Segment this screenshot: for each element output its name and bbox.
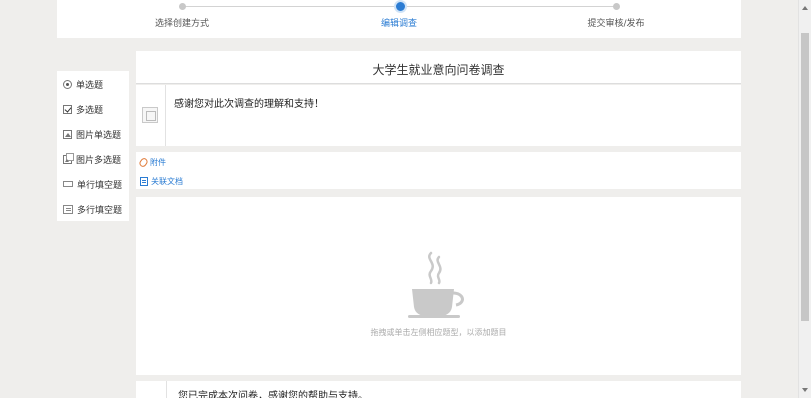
image-multi-icon xyxy=(63,152,74,164)
divider xyxy=(166,381,167,398)
multi-line-icon xyxy=(63,204,73,214)
question-type-palette: 单选题 多选题 图片单选题 图片多选题 单行填空题 多行填空题 xyxy=(57,71,129,221)
radio-icon xyxy=(63,79,72,89)
step-label-1[interactable]: 选择创建方式 xyxy=(155,16,209,29)
linked-doc-link[interactable]: 关联文档 xyxy=(140,176,183,187)
paperclip-icon xyxy=(138,156,149,169)
attachment-label: 附件 xyxy=(150,158,166,167)
step-dot-1[interactable] xyxy=(179,3,186,10)
palette-item-label: 多行填空题 xyxy=(77,205,123,216)
end-text[interactable]: 您已完成本次问卷，感谢您的帮助与支持。 xyxy=(178,387,368,398)
intro-text[interactable]: 感谢您对此次调查的理解和支持！ xyxy=(174,95,324,110)
survey-end-message[interactable]: 您已完成本次问卷，感谢您的帮助与支持。 xyxy=(136,381,741,398)
attachment-link[interactable]: 附件 xyxy=(138,156,166,169)
image-single-icon xyxy=(63,129,72,139)
palette-item-multi-line[interactable]: 多行填空题 xyxy=(63,202,122,216)
coffee-cup-icon xyxy=(408,251,464,318)
palette-item-single-choice[interactable]: 单选题 xyxy=(63,77,103,91)
step-dot-3[interactable] xyxy=(613,3,620,10)
palette-item-label: 图片多选题 xyxy=(76,155,122,166)
palette-item-single-line[interactable]: 单行填空题 xyxy=(63,177,122,191)
scrollbar-thumb[interactable] xyxy=(801,33,809,321)
step-connector xyxy=(401,6,617,7)
step-dot-2[interactable] xyxy=(394,0,407,13)
progress-steps: 选择创建方式 编辑调查 提交审核/发布 xyxy=(57,0,741,38)
empty-hint: 拖拽或单击左侧相应题型，以添加题目 xyxy=(370,328,507,337)
scroll-up-icon[interactable] xyxy=(802,6,808,10)
palette-item-label: 单选题 xyxy=(76,80,104,91)
linked-doc-label: 关联文档 xyxy=(151,177,183,186)
palette-item-multi-choice[interactable]: 多选题 xyxy=(63,102,103,116)
survey-title-bar[interactable]: 大学生就业意向问卷调查 xyxy=(136,51,741,84)
survey-intro[interactable]: 感谢您对此次调查的理解和支持！ xyxy=(136,85,741,146)
step-label-3[interactable]: 提交审核/发布 xyxy=(587,16,644,29)
image-placeholder-icon xyxy=(142,107,158,123)
attachment-panel: 附件 关联文档 xyxy=(136,152,741,189)
palette-item-label: 图片单选题 xyxy=(76,130,122,141)
palette-item-label: 单行填空题 xyxy=(77,180,123,191)
scroll-down-icon[interactable] xyxy=(802,388,808,392)
palette-item-image-single[interactable]: 图片单选题 xyxy=(63,127,121,141)
palette-item-label: 多选题 xyxy=(76,105,104,116)
step-label-2[interactable]: 编辑调查 xyxy=(381,16,417,29)
document-icon xyxy=(140,177,148,186)
checkbox-icon xyxy=(63,104,72,114)
survey-title[interactable]: 大学生就业意向问卷调查 xyxy=(136,61,741,78)
question-drop-zone[interactable]: 拖拽或单击左侧相应题型，以添加题目 xyxy=(136,197,741,375)
step-connector xyxy=(182,6,398,7)
vertical-scrollbar[interactable] xyxy=(798,0,811,398)
palette-item-image-multi[interactable]: 图片多选题 xyxy=(63,152,121,166)
single-line-icon xyxy=(63,181,73,187)
intro-image-placeholder[interactable] xyxy=(136,85,166,146)
